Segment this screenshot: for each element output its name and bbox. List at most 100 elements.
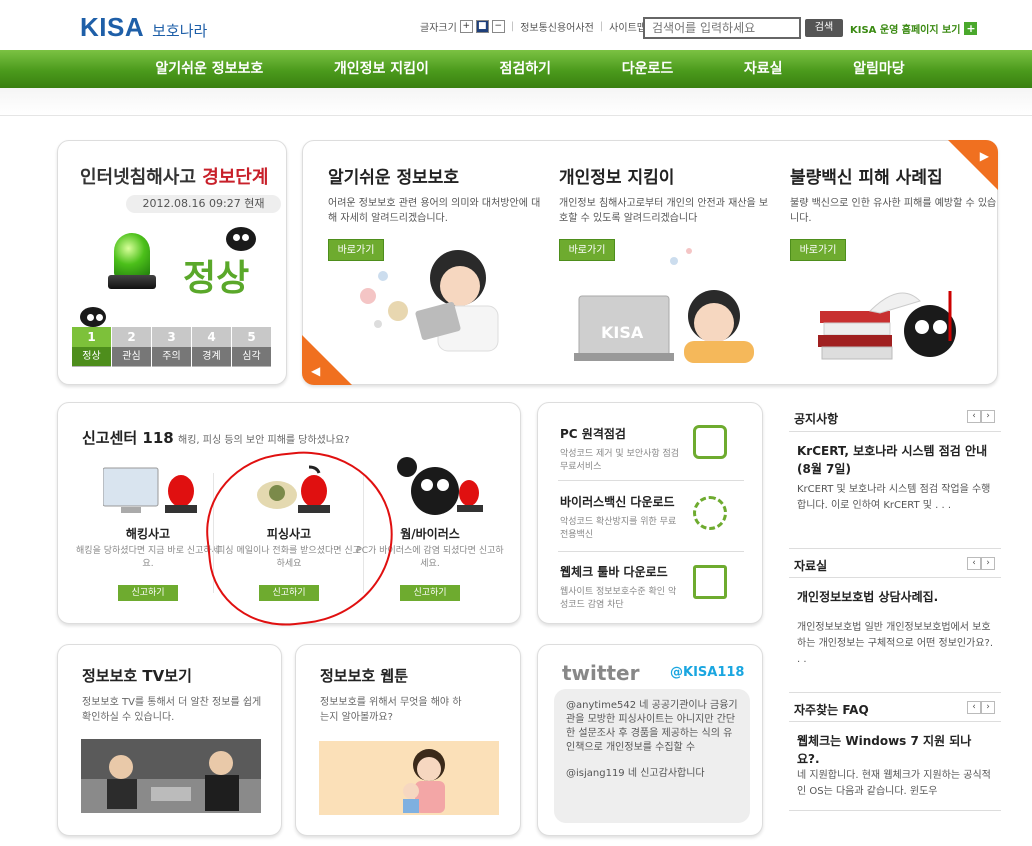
kisa-homepage-link[interactable]: KISA 운영 홈페이지 보기 + (850, 21, 978, 36)
notice-header: 공지사항 ‹ › (789, 402, 1001, 432)
search-input[interactable] (643, 17, 801, 39)
report-item-desc: 해킹을 당하셨다면 지금 바로 신고하세요. (76, 546, 220, 569)
divider: | (599, 21, 604, 32)
next-icon[interactable]: › (981, 701, 995, 714)
logo-mark[interactable]: KISA (80, 12, 144, 43)
kisa-homepage-label[interactable]: KISA 운영 홈페이지 보기 (850, 21, 960, 36)
notice-panel: 공지사항 ‹ › KrCERT, 보호나라 시스템 점검 안내 (8월 7일) … (789, 402, 1001, 514)
beacon-light (114, 233, 150, 277)
report-button[interactable]: 신고하기 (400, 585, 460, 601)
level-caution: 2 관심 (112, 327, 152, 367)
feature-privacy: 개인정보 지킴이 개인정보 침해사고로부터 개인의 안전과 재산을 보호할 수 … (559, 141, 789, 384)
feature-fake-antivirus: 불량백신 피해 사례집 불량 백신으로 인한 유사한 피해를 예방할 수 있습니… (790, 141, 1020, 384)
library-header: 자료실 ‹ › (789, 548, 1001, 578)
monitor-check-icon[interactable] (693, 425, 727, 459)
security-tv-card: 정보보호 TV보기 정보보호 TV를 통해서 더 알찬 정보를 쉽게 확인하실 … (57, 644, 282, 836)
document-search-icon[interactable] (693, 565, 727, 599)
search-button[interactable]: 검색 (805, 19, 843, 37)
tv-video-thumbnail[interactable] (81, 739, 261, 813)
level-label: 경계 (192, 347, 231, 366)
next-icon[interactable]: › (981, 557, 995, 570)
faq-title[interactable]: 웹체크는 Windows 7 지원 되나요?. (797, 732, 993, 768)
plus-icon[interactable]: + (964, 22, 978, 35)
faq-body: 웹체크는 Windows 7 지원 되나요?. 네 지원합니다. 현재 웹체크가… (789, 722, 1001, 800)
util-desc: 악성코드 제거 및 보안사항 점검 무료서비스 (560, 449, 680, 472)
feature-desc: 불량 백신으로 인한 유사한 피해를 예방할 수 있습니다. (790, 198, 997, 224)
faq-pager: ‹ › (967, 701, 995, 714)
nav-item-security-basics[interactable]: 알기쉬운 정보보호 (155, 50, 263, 88)
utilities-card: PC 원격점검 악성코드 제거 및 보안사항 점검 무료서비스 바이러스백신 다… (537, 402, 763, 624)
alert-timestamp: 2012.08.16 09:27 현재 (126, 195, 281, 213)
faq-heading[interactable]: 자주찾는 FAQ (794, 701, 869, 718)
notice-heading[interactable]: 공지사항 (794, 410, 838, 427)
tweet-text: @anytime542 네 공공기관이나 금융기관을 모방한 피싱사이트는 아니… (566, 700, 738, 753)
notice-body: KrCERT, 보호나라 시스템 점검 안내 (8월 7일) KrCERT 및 … (789, 432, 1001, 514)
alert-level-card: 인터넷침해사고 경보단계 2012.08.16 09:27 현재 정상 1 정상 … (57, 140, 287, 385)
divider: | (510, 21, 515, 32)
tweet-text: @isjang119 네 신고감사합니다 (566, 768, 705, 779)
feature-title: 개인정보 지킴이 (559, 168, 675, 188)
next-icon[interactable]: › (981, 410, 995, 423)
devil-mascot-icon (80, 307, 106, 327)
alert-title: 인터넷침해사고 경보단계 (80, 163, 268, 189)
font-decrease-button[interactable]: − (491, 20, 505, 33)
twitter-handle[interactable]: @KISA118 (670, 665, 744, 680)
feature-carousel: ▶ ◀ 알기쉬운 정보보호 어려운 정보보호 관련 용어의 의미와 대처방안에 … (302, 140, 998, 385)
sitemap-link[interactable]: 사이트맵 (609, 19, 646, 34)
header: KISA 보호나라 글자크기 + ■ − | 정보통신용어사전 | 사이트맵 검… (0, 0, 1032, 50)
laptop-child-illustration (574, 248, 754, 363)
level-normal: 1 정상 (72, 327, 112, 367)
library-body: 개인정보보호법 상담사례집. 개인정보보호법 일반 개인정보보호법에서 보호하는… (789, 578, 1001, 668)
report-button[interactable]: 신고하기 (118, 585, 178, 601)
monitor-siren-icon (103, 467, 197, 513)
nav-shadow (0, 88, 1032, 116)
prev-icon[interactable]: ‹ (967, 557, 981, 570)
feature-desc: 개인정보 침해사고로부터 개인의 안전과 재산을 보호할 수 있도록 알려드리겠… (559, 198, 769, 224)
level-number: 1 (72, 327, 111, 347)
nav-item-privacy[interactable]: 개인정보 지킴이 (334, 50, 429, 88)
alert-status: 정상 (183, 258, 250, 299)
level-label: 정상 (72, 347, 111, 366)
level-number: 2 (112, 327, 151, 347)
prev-icon[interactable]: ‹ (967, 701, 981, 714)
font-increase-button[interactable]: + (459, 20, 473, 33)
refresh-play-icon[interactable] (693, 496, 727, 530)
prev-arrow-icon[interactable]: ◀ (311, 364, 320, 378)
library-heading[interactable]: 자료실 (794, 557, 827, 574)
dictionary-link[interactable]: 정보통신용어사전 (520, 19, 594, 34)
webtoon-title[interactable]: 정보보호 웹툰 (320, 665, 408, 686)
nav-item-notice[interactable]: 알림마당 (853, 50, 905, 88)
library-title[interactable]: 개인정보보호법 상담사례집. (797, 588, 993, 606)
webtoon-desc: 정보보호를 위해서 무엇을 해야 하는지 알아볼까요? (320, 697, 462, 723)
level-number: 5 (232, 327, 271, 347)
notice-title[interactable]: KrCERT, 보호나라 시스템 점검 안내 (8월 7일) (797, 442, 993, 478)
go-button[interactable]: 바로가기 (790, 239, 846, 261)
level-serious: 5 심각 (232, 327, 272, 367)
level-number: 3 (152, 327, 191, 347)
feature-title: 알기쉬운 정보보호 (328, 168, 460, 188)
nav-item-check[interactable]: 점검하기 (500, 50, 552, 88)
notice-pager: ‹ › (967, 410, 995, 423)
faq-header: 자주찾는 FAQ ‹ › (789, 692, 1001, 722)
report-title: 신고센터 118 (82, 429, 174, 447)
main-nav: 알기쉬운 정보보호 개인정보 지킴이 점검하기 다운로드 자료실 알림마당 (0, 50, 1032, 88)
logo-subtitle[interactable]: 보호나라 (152, 20, 207, 41)
divider (558, 480, 744, 481)
level-warning: 4 경계 (192, 327, 232, 367)
library-desc: 개인정보보호법 일반 개인정보보호법에서 보호하는 개인정보는 구체적으로 어떤… (797, 622, 994, 665)
font-reset-button[interactable]: ■ (475, 20, 489, 33)
divider (558, 551, 744, 552)
laptop-label: KISA (601, 323, 644, 342)
tv-title[interactable]: 정보보호 TV보기 (82, 665, 192, 686)
tweet-feed: @anytime542 네 공공기관이나 금융기관을 모방한 피싱사이트는 아니… (554, 689, 750, 823)
divider (789, 810, 1001, 811)
webtoon-thumbnail[interactable] (319, 741, 499, 815)
nav-item-download[interactable]: 다운로드 (622, 50, 674, 88)
prev-icon[interactable]: ‹ (967, 410, 981, 423)
site-logo[interactable]: KISA 보호나라 (80, 12, 207, 43)
nav-item-library[interactable]: 자료실 (744, 50, 783, 88)
report-subtitle: 해킹, 피싱 등의 보안 피해를 당하셨나요? (178, 435, 350, 446)
faq-panel: 자주찾는 FAQ ‹ › 웹체크는 Windows 7 지원 되나요?. 네 지… (789, 692, 1001, 811)
twitter-logo[interactable]: twitter (562, 661, 639, 685)
report-item-name: 해킹사고 (125, 527, 171, 541)
